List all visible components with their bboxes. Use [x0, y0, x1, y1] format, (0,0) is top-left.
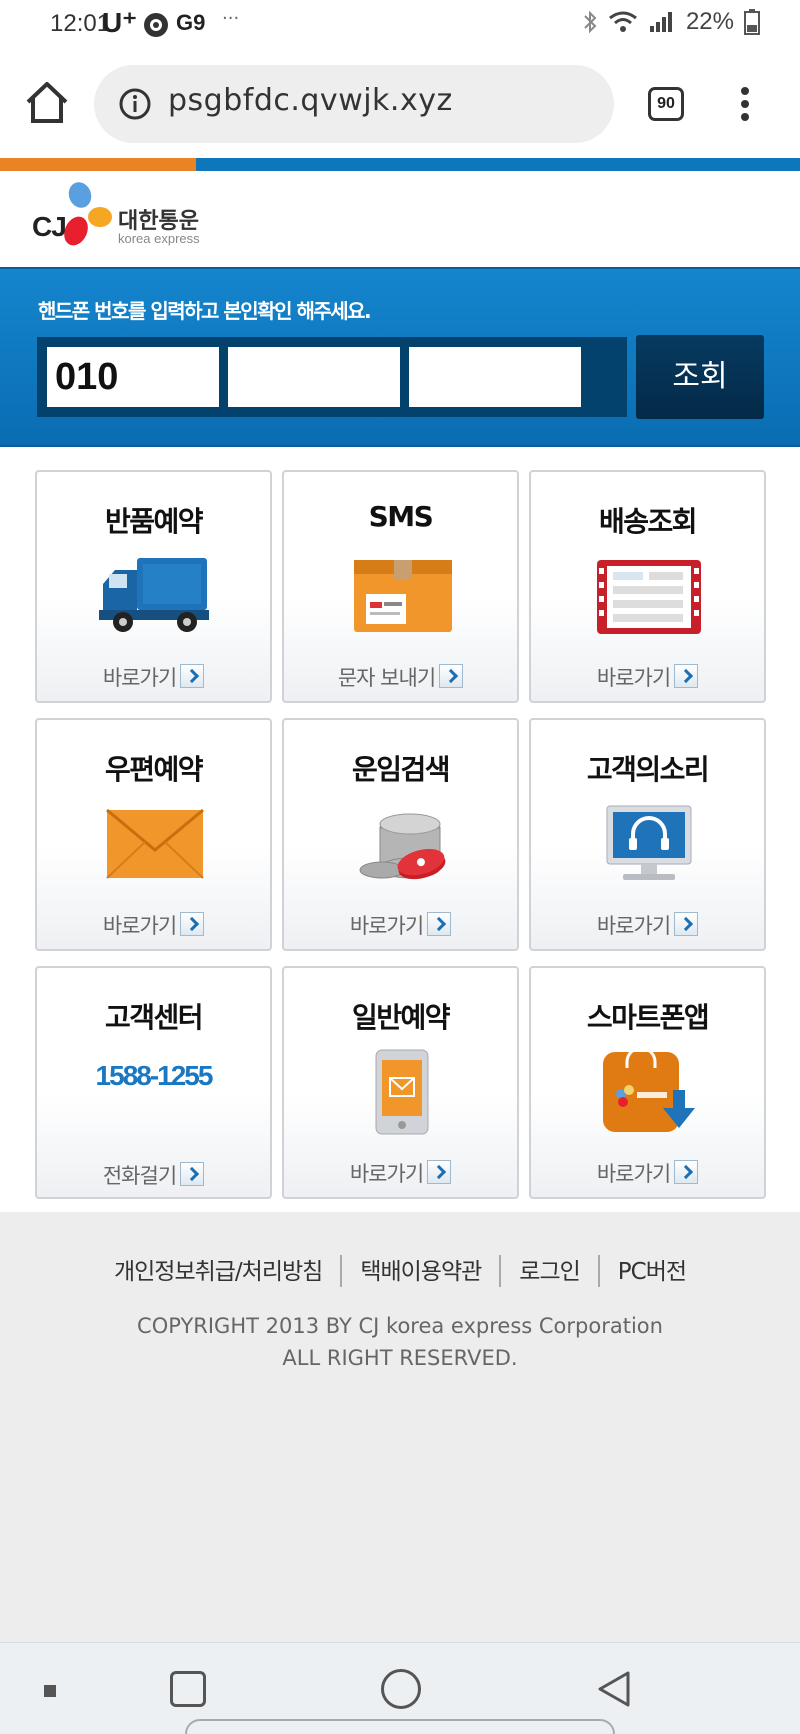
carrier-label: U⁺	[102, 7, 137, 38]
copyright: COPYRIGHT 2013 BY CJ korea express Corpo…	[0, 1310, 800, 1374]
copyright-line-1: COPYRIGHT 2013 BY CJ korea express Corpo…	[137, 1314, 663, 1338]
footer-link-privacy[interactable]: 개인정보취급/처리방침	[114, 1259, 323, 1285]
tile-title: 스마트폰앱	[586, 1001, 710, 1034]
signal-icon	[649, 12, 672, 32]
chevron-right-icon	[427, 1160, 452, 1184]
bluetooth-icon	[584, 10, 597, 34]
back-icon[interactable]	[594, 1669, 634, 1709]
tile-title: 고객의소리	[586, 753, 710, 786]
address-bar[interactable]: psgbfdc.qvwjk.xyz	[94, 65, 614, 143]
status-extra: G9	[176, 10, 206, 35]
nav-home-button[interactable]	[381, 1669, 421, 1709]
chevron-right-icon	[674, 664, 699, 688]
tile-delivery-tracking[interactable]: 배송조회 바로가기	[529, 470, 766, 703]
cj-logo[interactable]: CJ 대한통운 korea express	[30, 179, 210, 259]
chevron-right-icon	[180, 664, 205, 688]
tile-title: 일반예약	[351, 1001, 451, 1034]
tile-title: SMS	[368, 500, 434, 533]
header: CJ 대한통운 korea express	[0, 171, 800, 267]
tile-title: 배송조회	[598, 505, 698, 538]
tile-link[interactable]: 바로가기	[531, 662, 764, 692]
status-more-dots: ···	[222, 8, 240, 29]
url-text[interactable]: psgbfdc.qvwjk.xyz	[168, 83, 453, 118]
recents-button[interactable]	[170, 1671, 206, 1707]
browser-toolbar: psgbfdc.qvwjk.xyz 90	[0, 50, 800, 158]
tile-title: 우편예약	[104, 753, 204, 786]
footer-links: 개인정보취급/처리방침 택배이용약관 로그인 PC버전	[0, 1252, 800, 1287]
phone-verify-panel: 핸드폰 번호를 입력하고 본인확인 해주세요. 조회	[0, 267, 800, 447]
tile-mail-reservation[interactable]: 우편예약 바로가기	[35, 718, 272, 951]
logo-sub: korea express	[118, 231, 200, 246]
app-bag-icon	[603, 1048, 695, 1132]
footer-divider	[340, 1255, 343, 1287]
home-icon[interactable]	[22, 78, 72, 128]
footer-divider	[597, 1255, 600, 1287]
copyright-line-2: ALL RIGHT RESERVED.	[282, 1346, 518, 1370]
chevron-right-icon	[674, 1160, 699, 1184]
gesture-pill	[185, 1719, 615, 1734]
footer-divider	[499, 1255, 502, 1287]
lookup-button[interactable]: 조회	[636, 335, 764, 419]
chevron-right-icon	[427, 912, 452, 936]
tile-link[interactable]: 바로가기	[37, 662, 270, 692]
logo-cj-text: CJ	[32, 211, 67, 242]
battery-icon	[744, 9, 760, 35]
chevron-right-icon	[674, 912, 699, 936]
footer-link-terms[interactable]: 택배이용약관	[360, 1259, 482, 1285]
footer-link-login[interactable]: 로그인	[519, 1259, 580, 1285]
tile-customer-voice[interactable]: 고객의소리 바로가기	[529, 718, 766, 951]
phone-part3-input[interactable]	[409, 347, 581, 407]
ticket-icon	[597, 560, 701, 634]
tile-link-call[interactable]: 전화걸기	[37, 1160, 270, 1190]
tile-fare-search[interactable]: 운임검색 바로가기	[282, 718, 519, 951]
box-icon	[354, 560, 452, 632]
tile-link[interactable]: 바로가기	[37, 910, 270, 940]
monitor-headset-icon	[606, 805, 692, 880]
tile-sms[interactable]: SMS 문자 보내기	[282, 470, 519, 703]
chevron-right-icon	[180, 1162, 205, 1186]
tile-customer-center[interactable]: 고객센터 1588-1255 전화걸기	[35, 966, 272, 1199]
tile-link[interactable]: 문자 보내기	[284, 662, 517, 692]
phone-mail-icon	[375, 1049, 429, 1135]
phone-part2-input[interactable]	[228, 347, 400, 407]
service-grid: 반품예약 바로가기 SMS 문자 보내기 배송조회 바로가기 우편예약 바로가기…	[0, 447, 800, 1212]
tile-title: 고객센터	[104, 1001, 204, 1034]
tile-title: 운임검색	[351, 753, 451, 786]
tile-general-reservation[interactable]: 일반예약 바로가기	[282, 966, 519, 1199]
truck-icon	[99, 558, 209, 632]
status-bar: 12:01 U⁺ G9 ··· 22%	[0, 0, 800, 50]
tile-title: 반품예약	[104, 505, 204, 538]
customer-center-phone[interactable]: 1588-1255	[37, 1060, 270, 1092]
tile-smartphone-app[interactable]: 스마트폰앱 바로가기	[529, 966, 766, 1199]
phone-field-group	[37, 337, 627, 417]
footer-link-pc-version[interactable]: PC버전	[618, 1259, 687, 1285]
tile-link[interactable]: 바로가기	[284, 1158, 517, 1188]
overflow-menu-icon[interactable]	[733, 84, 757, 124]
battery-percent: 22%	[685, 8, 734, 35]
system-nav-bar	[0, 1642, 800, 1734]
tile-link[interactable]: 바로가기	[531, 910, 764, 940]
phone-part1-input[interactable]	[47, 347, 219, 407]
accent-bar	[0, 158, 800, 171]
chevron-right-icon	[180, 912, 205, 936]
tab-switcher-button[interactable]: 90	[648, 87, 684, 121]
nav-dot-button[interactable]	[44, 1685, 56, 1697]
envelope-icon	[106, 808, 204, 879]
info-icon[interactable]	[118, 87, 152, 121]
wifi-icon	[609, 11, 637, 32]
tile-link[interactable]: 바로가기	[284, 910, 517, 940]
chevron-right-icon	[439, 664, 464, 688]
coins-icon	[359, 813, 446, 880]
tile-return-reservation[interactable]: 반품예약 바로가기	[35, 470, 272, 703]
status-right: 22%	[582, 8, 760, 36]
tile-link[interactable]: 바로가기	[531, 1158, 764, 1188]
record-icon	[144, 13, 168, 37]
phone-prompt: 핸드폰 번호를 입력하고 본인확인 해주세요.	[38, 299, 372, 323]
